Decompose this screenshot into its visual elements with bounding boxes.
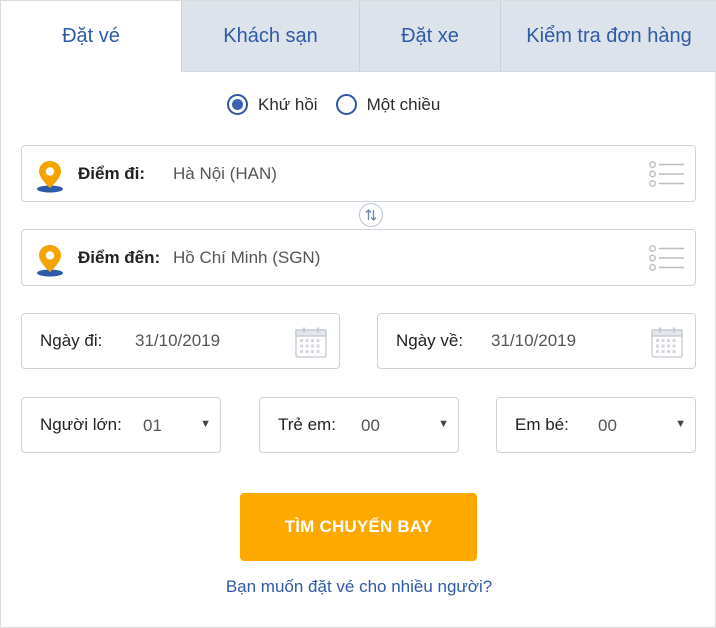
tab-label: Đặt vé [62,25,120,47]
calendar-icon[interactable] [295,327,327,358]
children-select[interactable]: Trẻ em: 00 ▼ [259,397,459,453]
return-date-value[interactable]: 31/10/2019 [491,331,576,351]
tab-label: Kiểm tra đơn hàng [526,24,692,47]
trip-type-group: Khứ hồi Một chiều [227,94,440,115]
flight-booking-widget: Đặt vé Khách sạn Đặt xe Kiểm tra đơn hàn… [0,0,716,628]
destination-field[interactable]: Điểm đến: Hồ Chí Minh (SGN) [21,229,696,286]
caret-down-icon: ▼ [675,418,686,430]
adults-label: Người lớn: [40,415,122,434]
infants-label: Em bé: [515,415,569,434]
tab-bar: Đặt vé Khách sạn Đặt xe Kiểm tra đơn hàn… [1,1,716,72]
one-way-label: Một chiều [366,94,441,114]
radio-unchecked-icon[interactable] [335,94,357,115]
destination-value[interactable]: Hồ Chí Minh (SGN) [173,248,320,268]
swap-button[interactable] [359,203,383,227]
destination-label: Điểm đến: [78,247,161,267]
round-trip-label: Khứ hồi [258,94,318,114]
search-flights-button[interactable]: TÌM CHUYẾN BAY [240,493,477,561]
tab-dat-ve[interactable]: Đặt vé [1,1,181,72]
one-way-radio[interactable]: Một chiều [335,94,441,115]
multi-passenger-link[interactable]: Bạn muốn đặt vé cho nhiều người? [1,577,716,597]
calendar-icon[interactable] [651,327,683,358]
children-value: 00 [361,416,380,435]
return-date-label: Ngày về: [396,331,464,350]
adults-value: 01 [143,416,162,435]
list-icon[interactable] [649,245,685,271]
departure-date-label: Ngày đi: [40,331,103,350]
list-icon[interactable] [649,161,685,187]
infants-select[interactable]: Em bé: 00 ▼ [496,397,696,453]
origin-value[interactable]: Hà Nội (HAN) [173,164,277,184]
location-pin-icon [37,245,63,277]
children-label: Trẻ em: [278,415,336,434]
infants-value: 00 [598,416,617,435]
origin-label: Điểm đi: [78,163,146,183]
caret-down-icon: ▼ [438,418,449,430]
tab-kiem-tra-don-hang[interactable]: Kiểm tra đơn hàng [500,1,716,72]
radio-checked-icon[interactable] [227,94,248,115]
departure-date-value[interactable]: 31/10/2019 [135,331,220,351]
origin-field[interactable]: Điểm đi: Hà Nội (HAN) [21,145,696,202]
tab-label: Khách sạn [223,24,318,47]
departure-date-field[interactable]: Ngày đi: 31/10/2019 [21,313,340,369]
search-flights-label: TÌM CHUYẾN BAY [284,517,433,536]
tab-khach-san[interactable]: Khách sạn [181,1,359,72]
round-trip-radio[interactable]: Khứ hồi [227,94,318,115]
adults-select[interactable]: Người lớn: 01 ▼ [21,397,221,453]
return-date-field[interactable]: Ngày về: 31/10/2019 [377,313,696,369]
tab-label: Đặt xe [401,24,459,47]
location-pin-icon [37,161,63,193]
swap-arrows-icon [365,209,377,221]
caret-down-icon: ▼ [200,418,211,430]
tab-dat-xe[interactable]: Đặt xe [359,1,500,72]
